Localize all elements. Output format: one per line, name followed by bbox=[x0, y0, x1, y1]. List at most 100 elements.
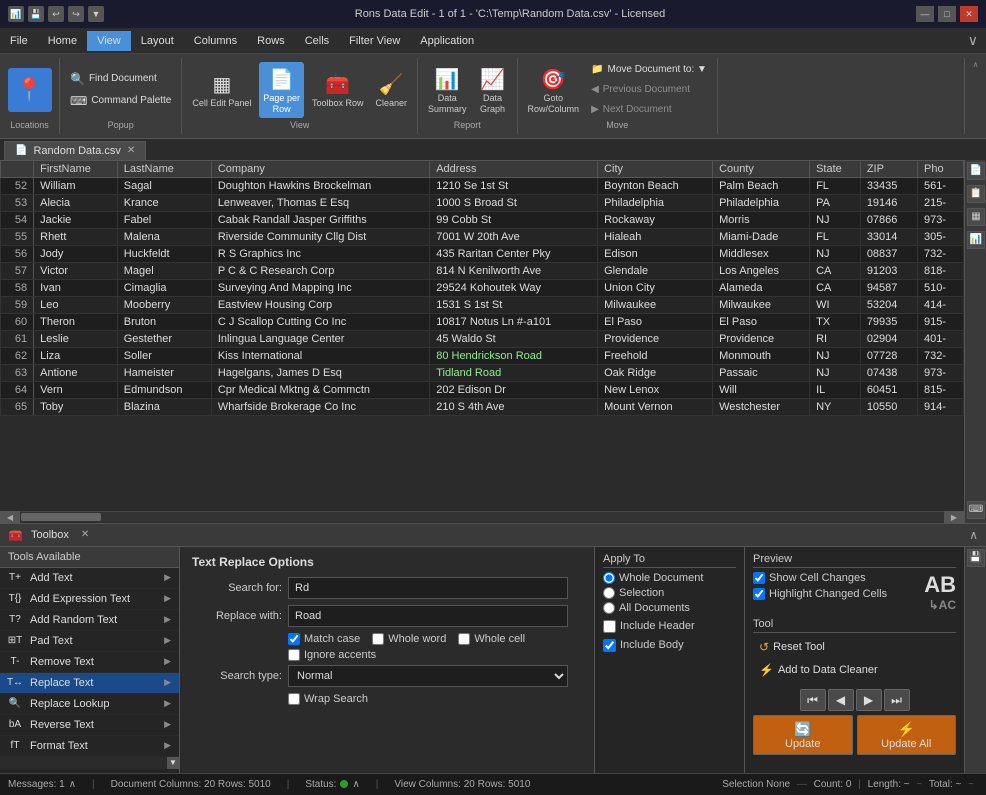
menu-view[interactable]: View bbox=[87, 31, 131, 51]
data-cell[interactable]: WI bbox=[810, 296, 861, 313]
row-number-cell[interactable]: 55 bbox=[1, 228, 34, 245]
data-cell[interactable]: 29524 Kohoutek Way bbox=[430, 279, 598, 296]
data-cell[interactable]: 79935 bbox=[860, 313, 917, 330]
data-cell[interactable]: P C & C Research Corp bbox=[211, 262, 429, 279]
ignore-accents-checkbox[interactable]: Ignore accents bbox=[288, 649, 376, 661]
data-cell[interactable]: Leslie bbox=[34, 330, 118, 347]
table-row[interactable]: 59LeoMooberryEastview Housing Corp1531 S… bbox=[1, 296, 964, 313]
data-cell[interactable]: Doughton Hawkins Brockelman bbox=[211, 177, 429, 194]
data-cell[interactable]: C J Scallop Cutting Co Inc bbox=[211, 313, 429, 330]
data-cell[interactable]: 1000 S Broad St bbox=[430, 194, 598, 211]
search-for-input[interactable] bbox=[288, 577, 568, 599]
data-cell[interactable]: 305- bbox=[918, 228, 964, 245]
data-cell[interactable]: Hameister bbox=[117, 364, 211, 381]
table-row[interactable]: 55RhettMalenaRiverside Community Cllg Di… bbox=[1, 228, 964, 245]
find-document-button[interactable]: 🔍 Find Document bbox=[66, 70, 175, 88]
data-cell[interactable]: Union City bbox=[598, 279, 713, 296]
data-cell[interactable]: Sagal bbox=[117, 177, 211, 194]
include-header-checkbox[interactable]: Include Header bbox=[603, 620, 736, 633]
row-number-cell[interactable]: 65 bbox=[1, 398, 34, 415]
menu-file[interactable]: File bbox=[0, 31, 38, 51]
locations-button[interactable]: 📍 bbox=[8, 68, 52, 112]
menu-rows[interactable]: Rows bbox=[247, 31, 295, 51]
data-cell[interactable]: Cpr Medical Mktng & Commctn bbox=[211, 381, 429, 398]
data-cell[interactable]: 1210 Se 1st St bbox=[430, 177, 598, 194]
goto-row-column-button[interactable]: 🎯 GotoRow/Column bbox=[524, 62, 584, 118]
row-number-cell[interactable]: 56 bbox=[1, 245, 34, 262]
data-cell[interactable]: Edison bbox=[598, 245, 713, 262]
data-cell[interactable]: 915- bbox=[918, 313, 964, 330]
show-cell-changes-checkbox[interactable]: Show Cell Changes bbox=[753, 572, 887, 584]
menu-application[interactable]: Application bbox=[410, 31, 484, 51]
data-cell[interactable]: El Paso bbox=[598, 313, 713, 330]
data-cell[interactable]: 80 Hendrickson Road bbox=[430, 347, 598, 364]
right-icon-5[interactable]: ⌨ bbox=[967, 501, 985, 519]
row-number-cell[interactable]: 53 bbox=[1, 194, 34, 211]
data-cell[interactable]: Providence bbox=[598, 330, 713, 347]
document-tab-close[interactable]: ✕ bbox=[127, 145, 135, 156]
data-cell[interactable]: Leo bbox=[34, 296, 118, 313]
save-icon[interactable]: 💾 bbox=[28, 6, 44, 22]
data-grid-scroll[interactable]: FirstName LastName Company Address City … bbox=[0, 160, 964, 511]
data-cell[interactable]: Philadelphia bbox=[598, 194, 713, 211]
command-palette-button[interactable]: ⌨ Command Palette bbox=[66, 92, 175, 110]
data-cell[interactable]: Glendale bbox=[598, 262, 713, 279]
col-header-phone[interactable]: Pho bbox=[918, 160, 964, 177]
data-cell[interactable]: Hagelgans, James D Esq bbox=[211, 364, 429, 381]
data-cell[interactable]: New Lenox bbox=[598, 381, 713, 398]
table-row[interactable]: 58IvanCimagliaSurveying And Mapping Inc2… bbox=[1, 279, 964, 296]
data-summary-button[interactable]: 📊 DataSummary bbox=[424, 62, 471, 118]
data-cell[interactable]: 53204 bbox=[860, 296, 917, 313]
data-cell[interactable]: NY bbox=[810, 398, 861, 415]
data-cell[interactable]: IL bbox=[810, 381, 861, 398]
data-cell[interactable]: RI bbox=[810, 330, 861, 347]
first-button[interactable]: ⏮ bbox=[800, 689, 826, 711]
data-cell[interactable]: 91203 bbox=[860, 262, 917, 279]
col-header-state[interactable]: State bbox=[810, 160, 861, 177]
data-cell[interactable]: Cabak Randall Jasper Griffiths bbox=[211, 211, 429, 228]
row-number-cell[interactable]: 57 bbox=[1, 262, 34, 279]
data-cell[interactable]: 10550 bbox=[860, 398, 917, 415]
data-cell[interactable]: 973- bbox=[918, 364, 964, 381]
toolbox-collapse-button[interactable]: ∧ bbox=[969, 528, 978, 542]
data-cell[interactable]: 07438 bbox=[860, 364, 917, 381]
whole-word-checkbox[interactable]: Whole word bbox=[372, 633, 446, 645]
data-cell[interactable]: Riverside Community Cllg Dist bbox=[211, 228, 429, 245]
data-cell[interactable]: Rockaway bbox=[598, 211, 713, 228]
tool-item-format-text[interactable]: fT Format Text ▶ bbox=[0, 736, 179, 757]
data-cell[interactable]: Freehold bbox=[598, 347, 713, 364]
data-cell[interactable]: Middlesex bbox=[713, 245, 810, 262]
cell-edit-panel-button[interactable]: ▦ Cell Edit Panel bbox=[188, 67, 255, 112]
data-cell[interactable]: 45 Waldo St bbox=[430, 330, 598, 347]
document-tab[interactable]: 📄 Random Data.csv ✕ bbox=[4, 141, 146, 160]
data-cell[interactable]: Inlingua Language Center bbox=[211, 330, 429, 347]
data-cell[interactable]: Alecia bbox=[34, 194, 118, 211]
data-cell[interactable]: Antione bbox=[34, 364, 118, 381]
table-row[interactable]: 63AntioneHameisterHagelgans, James D Esq… bbox=[1, 364, 964, 381]
data-cell[interactable]: 814 N Kenilworth Ave bbox=[430, 262, 598, 279]
next-document-button[interactable]: ▶ Next Document bbox=[587, 102, 711, 117]
data-cell[interactable]: Wharfside Brokerage Co Inc bbox=[211, 398, 429, 415]
data-cell[interactable]: Mount Vernon bbox=[598, 398, 713, 415]
data-cell[interactable]: Providence bbox=[713, 330, 810, 347]
previous-document-button[interactable]: ◀ Previous Document bbox=[587, 82, 711, 97]
data-cell[interactable]: 07866 bbox=[860, 211, 917, 228]
data-cell[interactable]: 561- bbox=[918, 177, 964, 194]
row-number-cell[interactable]: 64 bbox=[1, 381, 34, 398]
replace-with-input[interactable] bbox=[288, 605, 568, 627]
data-cell[interactable]: 99 Cobb St bbox=[430, 211, 598, 228]
data-cell[interactable]: Soller bbox=[117, 347, 211, 364]
data-cell[interactable]: Milwaukee bbox=[713, 296, 810, 313]
tool-item-add-random-text[interactable]: T? Add Random Text ▶ bbox=[0, 610, 179, 631]
data-cell[interactable]: FL bbox=[810, 177, 861, 194]
data-cell[interactable]: 19146 bbox=[860, 194, 917, 211]
tool-item-reverse-text[interactable]: bA Reverse Text ▶ bbox=[0, 715, 179, 736]
data-cell[interactable]: Magel bbox=[117, 262, 211, 279]
data-cell[interactable]: NJ bbox=[810, 364, 861, 381]
table-row[interactable]: 61LeslieGestetherInlingua Language Cente… bbox=[1, 330, 964, 347]
match-case-checkbox[interactable]: Match case bbox=[288, 633, 360, 645]
data-cell[interactable]: CA bbox=[810, 262, 861, 279]
data-cell[interactable]: Toby bbox=[34, 398, 118, 415]
whole-cell-checkbox[interactable]: Whole cell bbox=[458, 633, 525, 645]
reset-tool-button[interactable]: ↺ Reset Tool bbox=[753, 637, 956, 657]
